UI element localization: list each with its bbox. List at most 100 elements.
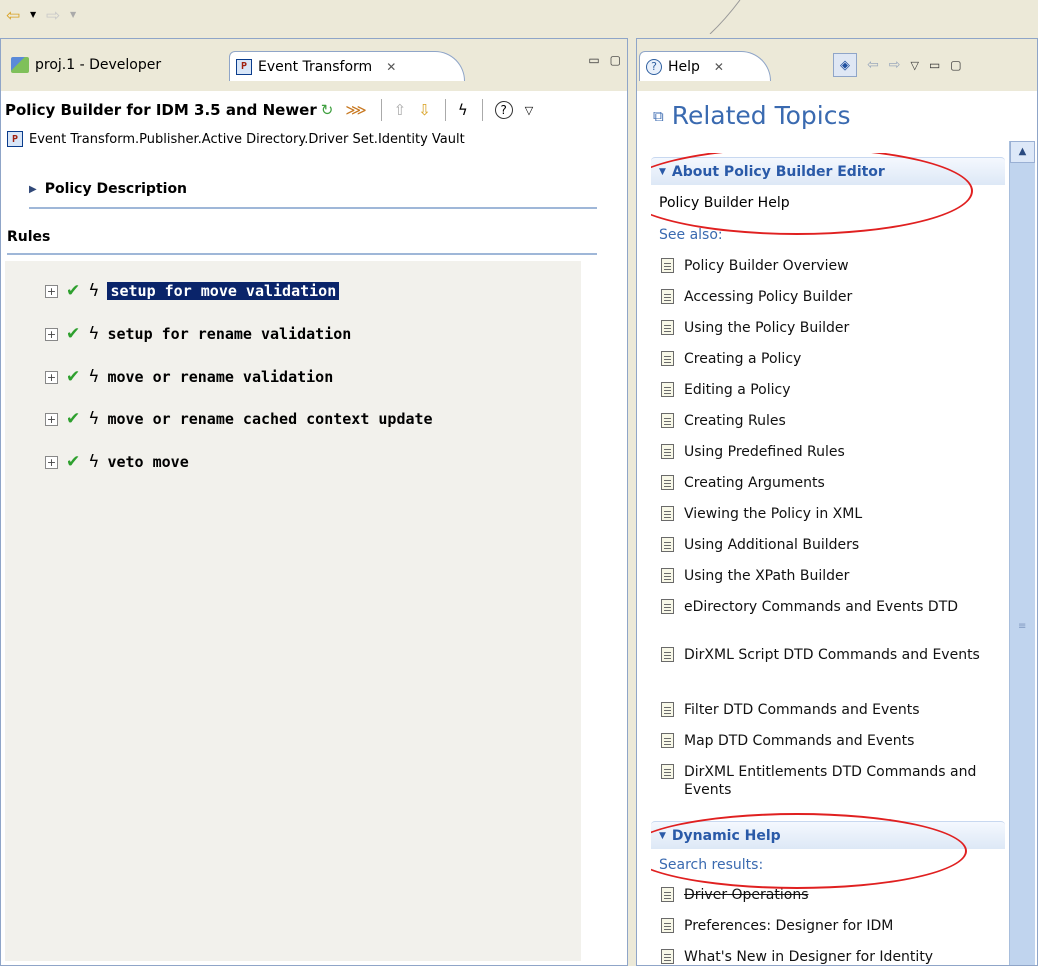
topic-link[interactable]: eDirectory Commands and Events DTD — [684, 598, 958, 616]
close-icon[interactable]: ✕ — [714, 60, 724, 74]
list-item[interactable]: eDirectory Commands and Events DTD — [661, 598, 991, 616]
close-icon[interactable]: ✕ — [386, 60, 396, 74]
list-item[interactable]: DirXML Script DTD Commands and Events — [661, 646, 991, 664]
list-item[interactable]: Driver Operations — [661, 886, 991, 904]
forward-dropdown-icon[interactable]: ▼ — [70, 10, 76, 19]
document-icon — [661, 258, 674, 273]
insert-rule-icon[interactable]: ⋙ — [345, 101, 366, 119]
back-arrow-icon[interactable]: ⇦ — [867, 57, 879, 73]
enabled-check-icon[interactable]: ✔ — [66, 281, 80, 301]
tab-help[interactable]: ? Help ✕ — [639, 51, 771, 81]
rule-row[interactable]: + ✔ ϟ setup for move validation — [45, 281, 340, 301]
list-item[interactable]: Using Predefined Rules — [661, 443, 991, 461]
help-scrollbar[interactable]: ▲ ≡ — [1009, 141, 1035, 965]
list-item[interactable]: Editing a Policy — [661, 381, 991, 399]
scroll-grip-icon[interactable]: ≡ — [1018, 621, 1026, 632]
enabled-check-icon[interactable]: ✔ — [66, 452, 80, 472]
topic-link[interactable]: Policy Builder Overview — [684, 257, 849, 275]
minimize-icon[interactable]: ▭ — [588, 53, 599, 67]
rule-label[interactable]: setup for rename validation — [107, 325, 351, 343]
expand-icon[interactable]: + — [45, 284, 58, 298]
chevron-right-icon: ▶ — [29, 183, 37, 195]
tab-help-label: Help — [668, 58, 700, 75]
rule-row[interactable]: + ✔ ϟ move or rename validation — [45, 367, 333, 387]
list-item[interactable]: Creating Arguments — [661, 474, 991, 492]
rule-label[interactable]: move or rename validation — [107, 368, 333, 386]
about-section-header[interactable]: ▼ About Policy Builder Editor — [651, 157, 1005, 185]
rule-label[interactable]: move or rename cached context update — [107, 410, 432, 428]
policy-description-toggle[interactable]: ▶ Policy Description — [29, 181, 187, 197]
topic-link[interactable]: DirXML Script DTD Commands and Events — [684, 646, 980, 664]
rule-icon: ϟ — [88, 409, 100, 429]
list-item[interactable]: Filter DTD Commands and Events — [661, 701, 991, 719]
list-item[interactable]: Viewing the Policy in XML — [661, 505, 991, 523]
list-item[interactable]: Policy Builder Overview — [661, 257, 991, 275]
tab-developer[interactable]: proj.1 - Developer — [5, 51, 217, 79]
topic-link[interactable]: What's New in Designer for Identity — [684, 948, 933, 965]
topic-link[interactable]: Using Additional Builders — [684, 536, 859, 554]
back-arrow-icon[interactable]: ⇦ — [6, 8, 20, 25]
refresh-icon[interactable]: ↻ — [321, 101, 334, 119]
policy-builder-toolbar: Policy Builder for IDM 3.5 and Newer ↻ ⋙… — [1, 93, 627, 127]
expand-icon[interactable]: + — [45, 327, 58, 341]
help-icon[interactable]: ? — [494, 101, 513, 119]
enabled-check-icon[interactable]: ✔ — [66, 409, 80, 429]
help-view-pane: ? Help ✕ ◈ ⇦ ⇨ ▽ ▭ ▢ ⧉ Related Topics ▼ … — [636, 38, 1038, 966]
rule-row[interactable]: + ✔ ϟ veto move — [45, 452, 189, 472]
topic-link[interactable]: Using the Policy Builder — [684, 319, 849, 337]
rule-row[interactable]: + ✔ ϟ move or rename cached context upda… — [45, 409, 433, 429]
view-menu-icon[interactable]: ▽ — [525, 104, 533, 117]
topic-link[interactable]: Creating Rules — [684, 412, 786, 430]
list-item[interactable]: Using the XPath Builder — [661, 567, 991, 585]
topic-link[interactable]: Using the XPath Builder — [684, 567, 849, 585]
topic-link[interactable]: Editing a Policy — [684, 381, 791, 399]
document-icon — [661, 537, 674, 552]
enabled-check-icon[interactable]: ✔ — [66, 367, 80, 387]
back-dropdown-icon[interactable]: ▼ — [30, 10, 36, 19]
maximize-icon[interactable]: ▢ — [950, 58, 961, 72]
forward-arrow-icon[interactable]: ⇨ — [46, 8, 60, 25]
list-item[interactable]: Map DTD Commands and Events — [661, 732, 991, 750]
list-item[interactable]: Creating a Policy — [661, 350, 991, 368]
dynamic-help-section-header[interactable]: ▼ Dynamic Help — [651, 821, 1005, 849]
rule-row[interactable]: + ✔ ϟ setup for rename validation — [45, 324, 351, 344]
link-with-editor-icon[interactable]: ◈ — [833, 53, 857, 77]
tab-event-transform[interactable]: P Event Transform ✕ — [229, 51, 465, 81]
policy-editor-pane: proj.1 - Developer P Event Transform ✕ ▭… — [0, 38, 628, 966]
expand-icon[interactable]: + — [45, 455, 58, 469]
list-item[interactable]: Using the Policy Builder — [661, 319, 991, 337]
topic-link[interactable]: Viewing the Policy in XML — [684, 505, 862, 523]
rule-label[interactable]: setup for move validation — [107, 282, 340, 300]
rule-label[interactable]: veto move — [107, 453, 188, 471]
topic-link[interactable]: Using Predefined Rules — [684, 443, 845, 461]
topic-link[interactable]: Accessing Policy Builder — [684, 288, 852, 306]
enabled-check-icon[interactable]: ✔ — [66, 324, 80, 344]
about-section-label: About Policy Builder Editor — [671, 163, 885, 180]
list-item[interactable]: Accessing Policy Builder — [661, 288, 991, 306]
help-toolbar: ◈ ⇦ ⇨ ▽ ▭ ▢ — [833, 53, 962, 77]
topic-link[interactable]: Filter DTD Commands and Events — [684, 701, 920, 719]
move-down-icon[interactable]: ⇩ — [418, 101, 431, 119]
move-up-icon[interactable]: ⇧ — [394, 101, 407, 119]
topic-link[interactable]: Creating a Policy — [684, 350, 801, 368]
list-item[interactable]: Creating Rules — [661, 412, 991, 430]
topic-link[interactable]: Map DTD Commands and Events — [684, 732, 914, 750]
list-item[interactable]: What's New in Designer for Identity — [661, 948, 991, 965]
expand-icon[interactable]: + — [45, 412, 58, 426]
view-menu-icon[interactable]: ▽ — [910, 59, 918, 72]
list-item[interactable]: DirXML Entitlements DTD Commands and Eve… — [661, 763, 991, 799]
document-icon — [661, 289, 674, 304]
topic-link[interactable]: Driver Operations — [684, 886, 809, 904]
topic-link[interactable]: Preferences: Designer for IDM — [684, 917, 893, 935]
rule-icon[interactable]: ϟ — [458, 101, 468, 119]
list-item[interactable]: Preferences: Designer for IDM — [661, 917, 991, 935]
minimize-icon[interactable]: ▭ — [929, 58, 940, 72]
expand-icon[interactable]: + — [45, 370, 58, 384]
maximize-icon[interactable]: ▢ — [610, 53, 621, 67]
scroll-up-icon[interactable]: ▲ — [1010, 141, 1035, 163]
topic-link[interactable]: DirXML Entitlements DTD Commands and Eve… — [684, 763, 991, 799]
policy-builder-help-link[interactable]: Policy Builder Help — [659, 195, 790, 211]
topic-link[interactable]: Creating Arguments — [684, 474, 825, 492]
list-item[interactable]: Using Additional Builders — [661, 536, 991, 554]
forward-arrow-icon[interactable]: ⇨ — [889, 57, 901, 73]
